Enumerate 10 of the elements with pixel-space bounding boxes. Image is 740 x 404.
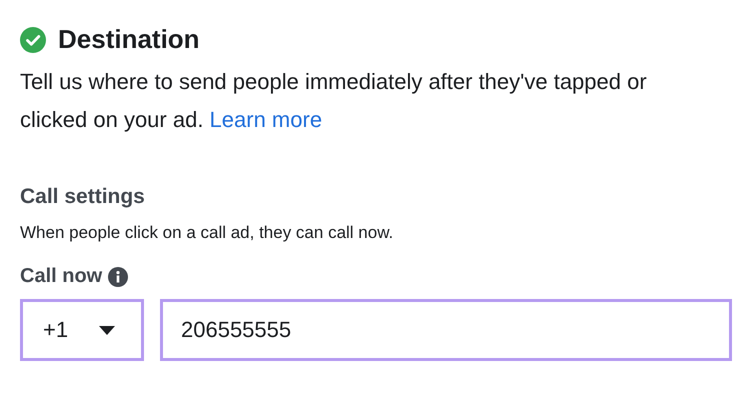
call-settings-title: Call settings <box>20 185 146 209</box>
section-description: Tell us where to send people immediately after they've tapped or clicked on your ad. Learn more <box>20 68 648 134</box>
caret-icon <box>99 326 115 334</box>
learn-more-link[interactable]: Learn more <box>210 107 322 132</box>
section-title: Destination <box>58 24 200 55</box>
phone-field[interactable]: 206555555 <box>160 299 732 361</box>
call-now-label: Call now <box>20 265 102 288</box>
call-settings-description: When people click on a call ad, they can call now. <box>20 223 394 243</box>
info-icon <box>108 266 128 286</box>
country-code-select[interactable]: +1 <box>20 299 144 361</box>
